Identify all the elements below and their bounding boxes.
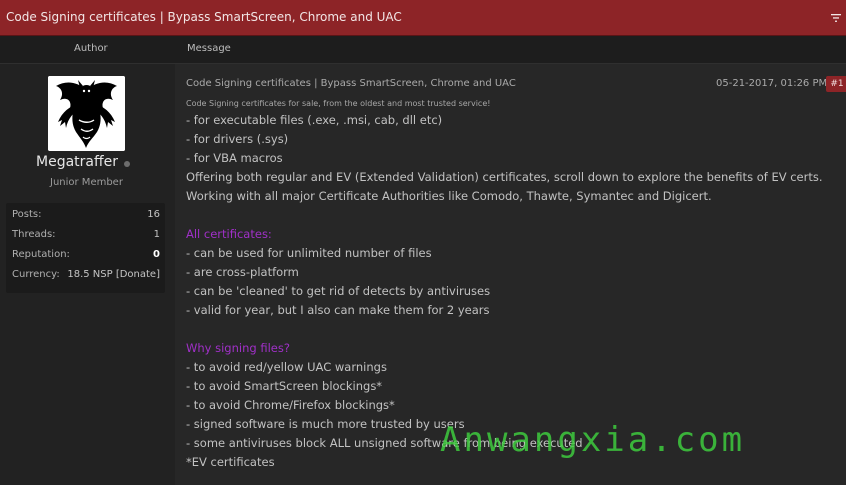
- post-line: - to avoid SmartScreen blockings*: [186, 379, 383, 393]
- filter-icon[interactable]: [831, 13, 841, 23]
- post-number-link[interactable]: #1: [826, 76, 846, 92]
- column-header-author: Author: [74, 43, 108, 54]
- post-line: - for drivers (.sys): [186, 132, 289, 146]
- user-rank: Junior Member: [50, 177, 123, 188]
- column-header-row: Author Message: [0, 36, 846, 64]
- post-line: - valid for year, but I also can make th…: [186, 303, 490, 317]
- stat-row-threads: Threads: 1: [12, 229, 160, 243]
- column-header-message: Message: [187, 43, 231, 54]
- stat-value[interactable]: 18.5 NSP [Donate]: [67, 269, 160, 280]
- post-line: Code Signing certificates for sale, from…: [186, 99, 491, 108]
- stat-label: Currency:: [12, 269, 60, 280]
- post-section-heading: All certificates:: [186, 227, 272, 241]
- stat-value[interactable]: 0: [153, 249, 160, 260]
- post-line: - to avoid red/yellow UAC warnings: [186, 360, 387, 374]
- stat-label: Threads:: [12, 229, 56, 240]
- stat-row-reputation: Reputation: 0: [12, 249, 160, 263]
- watermark: Anwangxia.com: [440, 420, 746, 460]
- post-line: - are cross-platform: [186, 265, 299, 279]
- post-section-heading: Why signing files?: [186, 341, 290, 355]
- post-subject: Code Signing certificates | Bypass Smart…: [186, 78, 516, 89]
- stat-value[interactable]: 16: [147, 209, 160, 220]
- user-stats-box: Posts: 16 Threads: 1 Reputation: 0 Curre…: [6, 203, 165, 293]
- post-line: - to avoid Chrome/Firefox blockings*: [186, 398, 395, 412]
- username[interactable]: Megatraffer: [36, 154, 118, 170]
- post-line: - signed software is much more trusted b…: [186, 417, 465, 431]
- thread-title-bar: Code Signing certificates | Bypass Smart…: [0, 0, 846, 36]
- demon-avatar-icon: [48, 76, 125, 151]
- stat-row-posts: Posts: 16: [12, 209, 160, 223]
- avatar[interactable]: [48, 76, 125, 151]
- stat-value[interactable]: 1: [154, 229, 160, 240]
- post-line: Offering both regular and EV (Extended V…: [186, 170, 823, 184]
- post-line: - can be 'cleaned' to get rid of detects…: [186, 284, 491, 298]
- author-panel: Megatraffer Junior Member Posts: 16 Thre…: [0, 64, 175, 485]
- post-line: Working with all major Certificate Autho…: [186, 189, 712, 203]
- post-line: *EV certificates: [186, 455, 275, 469]
- stat-label: Posts:: [12, 209, 42, 220]
- stat-row-currency: Currency: 18.5 NSP [Donate]: [12, 269, 160, 283]
- thread-title: Code Signing certificates | Bypass Smart…: [6, 10, 402, 24]
- post-line: - for executable files (.exe, .msi, cab,…: [186, 113, 443, 127]
- post-line: - can be used for unlimited number of fi…: [186, 246, 432, 260]
- post-line: - for VBA macros: [186, 151, 283, 165]
- stat-label: Reputation:: [12, 249, 70, 260]
- post-date: 05-21-2017, 01:26 PM: [716, 78, 828, 89]
- offline-status-icon: [124, 161, 130, 167]
